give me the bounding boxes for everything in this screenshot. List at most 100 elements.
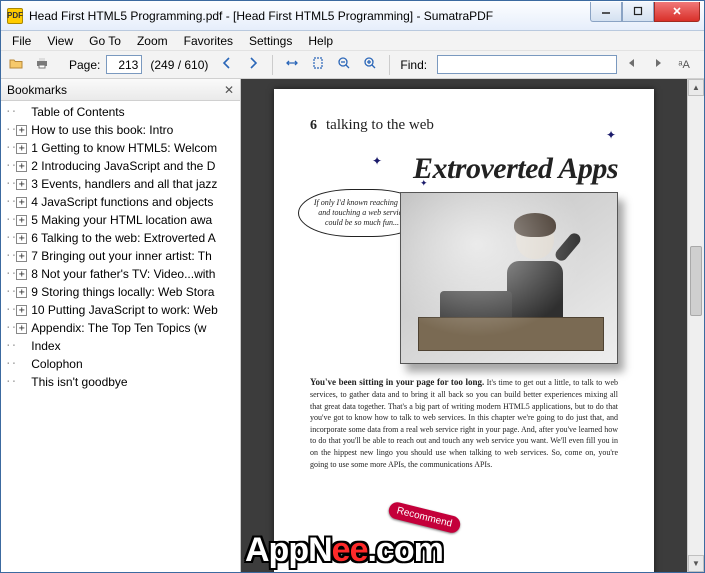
sidebar-close-button[interactable]: ✕ (224, 83, 234, 97)
chapter-photo (400, 192, 618, 364)
bookmark-label: 7 Bringing out your inner artist: Th (30, 247, 212, 265)
bookmark-item[interactable]: ··+4 JavaScript functions and objects (5, 193, 240, 211)
menu-zoom[interactable]: Zoom (130, 33, 175, 49)
expand-icon[interactable]: + (16, 287, 27, 298)
expand-icon[interactable]: + (16, 305, 27, 316)
toolbar-separator (389, 55, 390, 75)
fit-page-button[interactable] (307, 54, 329, 76)
bookmark-label: 6 Talking to the web: Extroverted A (30, 229, 216, 247)
bookmark-item[interactable]: ··+How to use this book: Intro (5, 121, 240, 139)
bookmark-label: 5 Making your HTML location awa (30, 211, 212, 229)
find-input[interactable] (437, 55, 617, 74)
app-window: PDF Head First HTML5 Programming.pdf - [… (0, 0, 705, 573)
expand-icon[interactable]: + (16, 251, 27, 262)
fit-width-button[interactable] (281, 54, 303, 76)
app-icon: PDF (7, 8, 23, 24)
bookmark-item[interactable]: ··Colophon (5, 355, 240, 373)
tree-connector: ·· (5, 337, 16, 355)
menu-file[interactable]: File (5, 33, 38, 49)
bookmark-label: Table of Contents (30, 103, 124, 121)
bookmark-label: 8 Not your father's TV: Video...with (30, 265, 215, 283)
triangle-right-icon (651, 56, 665, 73)
tree-connector: ·· (5, 373, 16, 391)
prev-page-button[interactable] (216, 54, 238, 76)
tree-connector: ·· (5, 157, 16, 175)
expand-icon[interactable]: + (16, 179, 27, 190)
window-controls (590, 2, 700, 22)
bookmark-item[interactable]: ··+3 Events, handlers and all that jazz (5, 175, 240, 193)
find-prev-button[interactable] (621, 54, 643, 76)
expand-icon[interactable]: + (16, 125, 27, 136)
tree-connector: ·· (5, 139, 16, 157)
expand-icon[interactable]: + (16, 215, 27, 226)
bookmark-item[interactable]: ··+10 Putting JavaScript to work: Web (5, 301, 240, 319)
tree-connector: ·· (5, 229, 16, 247)
expand-icon[interactable]: + (16, 233, 27, 244)
bookmark-item[interactable]: ··+Appendix: The Top Ten Topics (w (5, 319, 240, 337)
toolbar: Page: (249 / 610) Find: ᵃA (1, 51, 704, 79)
close-button[interactable] (654, 2, 700, 22)
arrow-left-icon (220, 56, 234, 73)
bookmark-item[interactable]: ·· Table of Contents (5, 103, 240, 121)
expand-icon[interactable]: + (16, 143, 27, 154)
body-paragraph: You've been sitting in your page for too… (310, 376, 618, 470)
open-button[interactable] (5, 54, 27, 76)
bookmark-label: Appendix: The Top Ten Topics (w (30, 319, 206, 337)
title-bar[interactable]: PDF Head First HTML5 Programming.pdf - [… (1, 1, 704, 31)
zoom-out-icon (337, 56, 351, 73)
bookmark-item[interactable]: ··+8 Not your father's TV: Video...with (5, 265, 240, 283)
menu-goto[interactable]: Go To (82, 33, 128, 49)
bookmark-label: 1 Getting to know HTML5: Welcom (30, 139, 217, 157)
next-page-button[interactable] (242, 54, 264, 76)
tree-connector: ·· (5, 103, 16, 121)
menu-favorites[interactable]: Favorites (177, 33, 240, 49)
sidebar-title: Bookmarks (7, 83, 67, 97)
fit-page-icon (311, 56, 325, 73)
bookmark-item[interactable]: ··+6 Talking to the web: Extroverted A (5, 229, 240, 247)
person-illustration (500, 217, 570, 347)
menu-settings[interactable]: Settings (242, 33, 299, 49)
triangle-left-icon (625, 56, 639, 73)
bookmark-item[interactable]: ··+1 Getting to know HTML5: Welcom (5, 139, 240, 157)
page-input[interactable] (106, 55, 142, 74)
minimize-button[interactable] (590, 2, 622, 22)
scroll-track[interactable] (688, 96, 704, 555)
bookmark-item[interactable]: ··+9 Storing things locally: Web Stora (5, 283, 240, 301)
expand-icon[interactable]: + (16, 323, 27, 334)
vertical-scrollbar[interactable]: ▲ ▼ (687, 79, 704, 572)
page-viewport[interactable]: 6 talking to the web ✦ ✦ ✦ Extroverted A… (241, 79, 687, 572)
scroll-up-button[interactable]: ▲ (688, 79, 704, 96)
page-count: (249 / 610) (146, 58, 212, 72)
match-case-button[interactable]: ᵃA (673, 54, 695, 76)
find-label: Find: (398, 58, 429, 72)
tree-connector: ·· (5, 301, 16, 319)
expand-icon[interactable]: + (16, 161, 27, 172)
scroll-down-button[interactable]: ▼ (688, 555, 704, 572)
bookmark-item[interactable]: ··This isn't goodbye (5, 373, 240, 391)
tree-connector: ·· (5, 355, 16, 373)
star-icon: ✦ (606, 128, 616, 143)
expand-icon[interactable]: + (16, 197, 27, 208)
bookmarks-tree[interactable]: ··Table of Contents··+How to use this bo… (1, 101, 240, 572)
menu-view[interactable]: View (40, 33, 80, 49)
print-button[interactable] (31, 54, 53, 76)
sidebar-header: Bookmarks ✕ (1, 79, 240, 101)
find-next-button[interactable] (647, 54, 669, 76)
menu-help[interactable]: Help (301, 33, 340, 49)
bookmark-item[interactable]: ··+5 Making your HTML location awa (5, 211, 240, 229)
expand-icon[interactable]: + (16, 269, 27, 280)
zoom-in-button[interactable] (359, 54, 381, 76)
scroll-thumb[interactable] (690, 246, 702, 316)
bookmark-item[interactable]: ··Index (5, 337, 240, 355)
fit-width-icon (285, 56, 299, 73)
bookmark-label: How to use this book: Intro (30, 121, 173, 139)
match-case-icon: ᵃA (678, 59, 689, 71)
bookmark-label: 10 Putting JavaScript to work: Web (30, 301, 218, 319)
bookmark-item[interactable]: ··+7 Bringing out your inner artist: Th (5, 247, 240, 265)
bookmark-item[interactable]: ··+2 Introducing JavaScript and the D (5, 157, 240, 175)
zoom-out-button[interactable] (333, 54, 355, 76)
decorative-stars: ✦ ✦ ✦ (310, 134, 618, 144)
chapter-text: talking to the web (326, 117, 434, 133)
bookmark-label: 2 Introducing JavaScript and the D (30, 157, 215, 175)
maximize-button[interactable] (622, 2, 654, 22)
